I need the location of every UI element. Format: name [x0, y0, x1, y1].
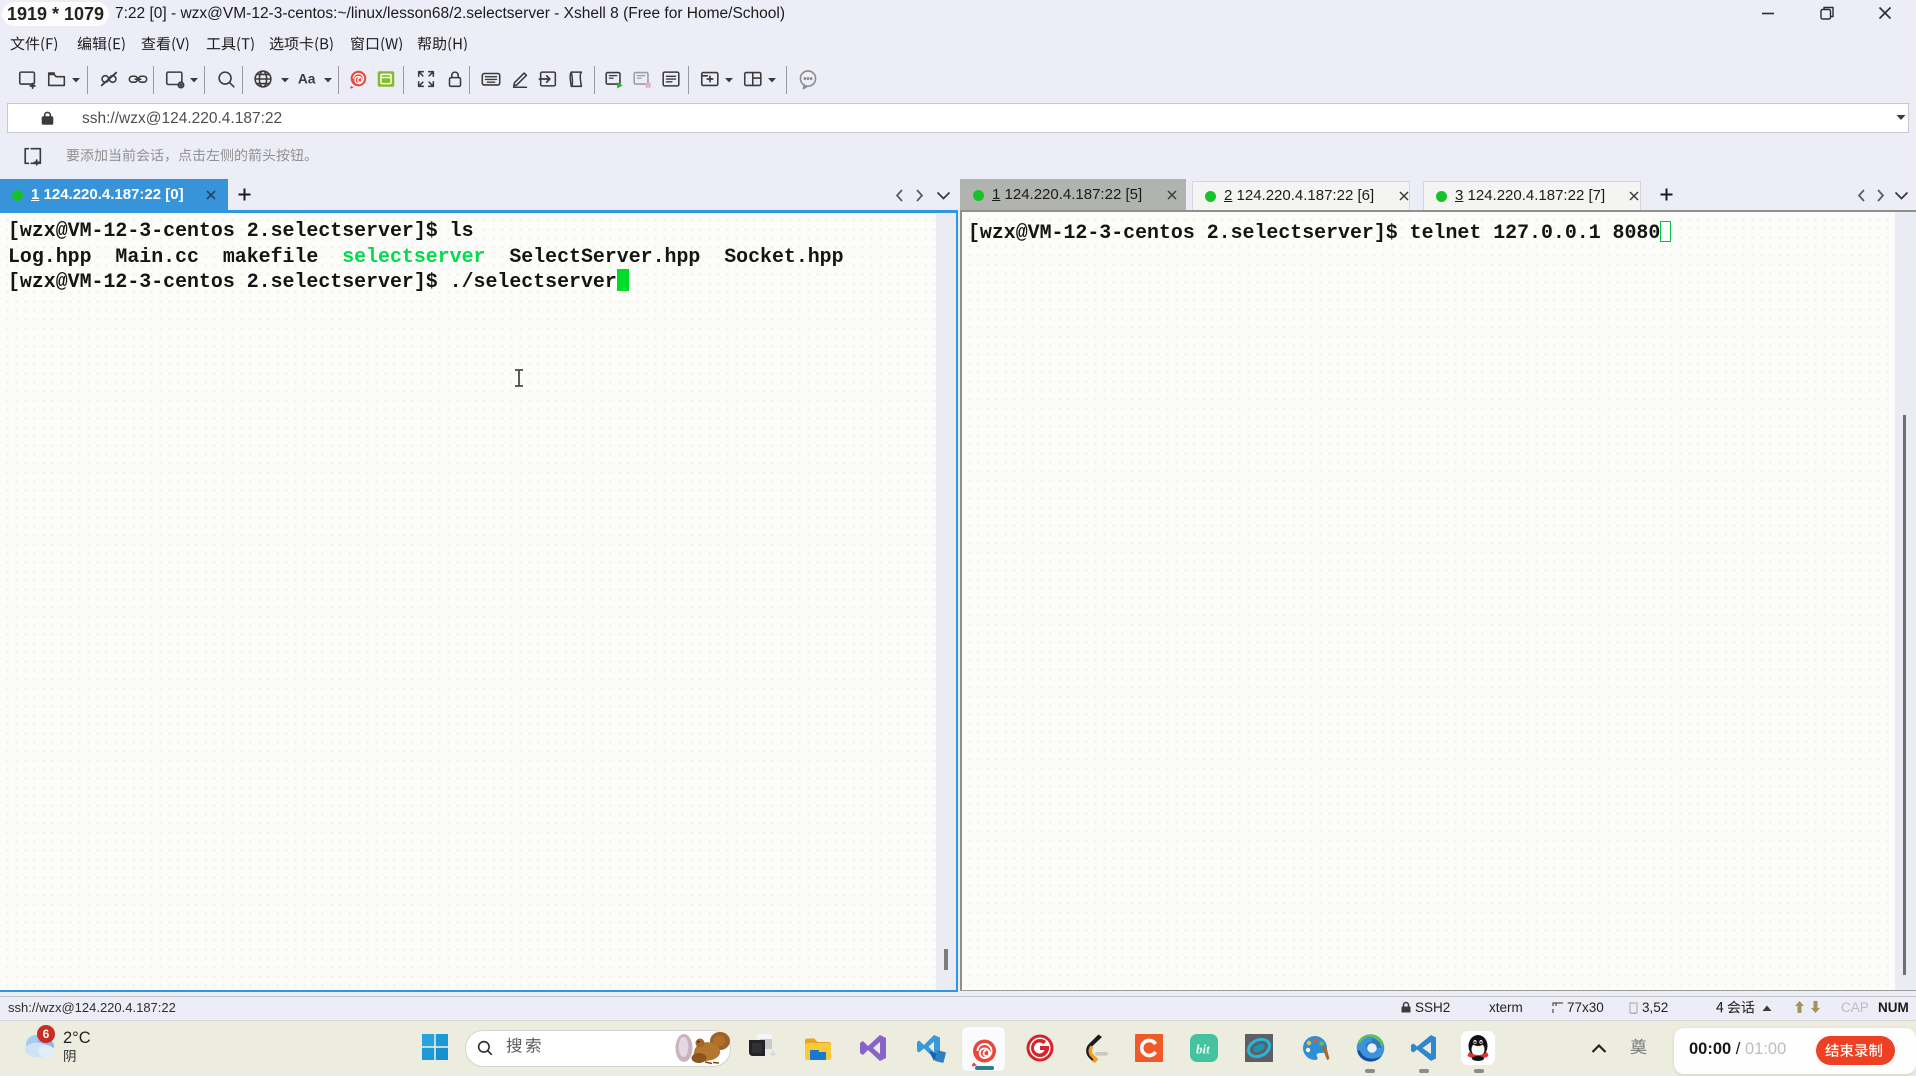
svg-text:Aa: Aa	[298, 72, 316, 87]
svg-text:bit: bit	[1196, 1042, 1210, 1057]
